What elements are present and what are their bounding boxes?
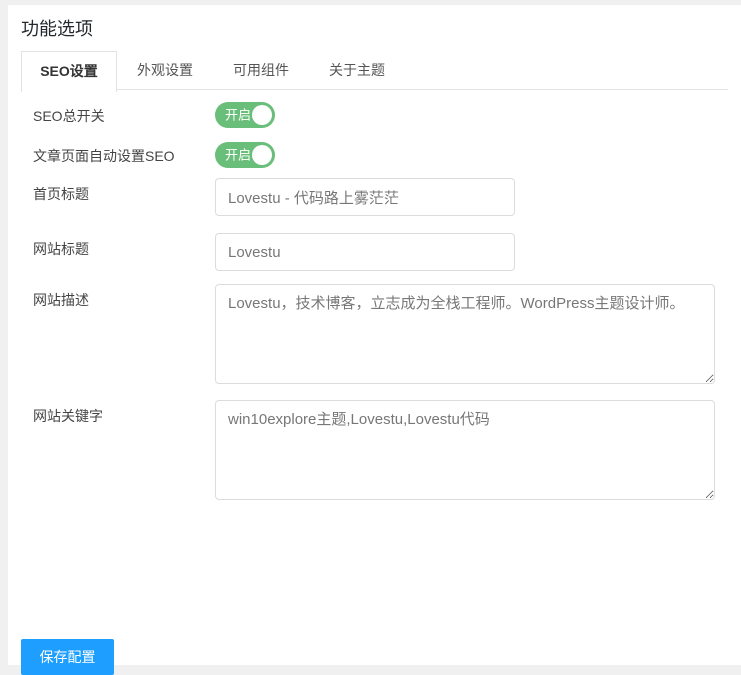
toggle-on-label: 开启 [225,149,251,162]
field-label-site-title: 网站标题 [33,233,215,258]
toggle-on-label: 开启 [225,109,251,122]
toggle-seo-master[interactable]: 开启 [215,102,275,128]
toggle-knob [252,105,272,125]
form-row-auto-seo: 文章页面自动设置SEO 开启 [21,142,728,168]
tab-bar: SEO设置 外观设置 可用组件 关于主题 [21,51,728,90]
form-row-site-title: 网站标题 [21,233,728,271]
textarea-site-keywords[interactable]: win10explore主题,Lovestu,Lovestu代码 [215,400,715,500]
field-label-home-title: 首页标题 [33,178,215,203]
form-row-site-keywords: 网站关键字 win10explore主题,Lovestu,Lovestu代码 [21,400,728,500]
settings-content: 功能选项 SEO设置 外观设置 可用组件 关于主题 SEO总开关 开启 文章页面… [8,5,741,665]
settings-form: SEO总开关 开启 文章页面自动设置SEO 开启 首页标题 网站标题 [21,102,728,500]
form-row-site-description: 网站描述 Lovestu，技术博客，立志成为全栈工程师。WordPress主题设… [21,284,728,384]
page-background: { "page": { "title": "功能选项" }, "tabs": [… [0,0,741,675]
tab-seo-settings[interactable]: SEO设置 [21,51,117,92]
tab-appearance-settings[interactable]: 外观设置 [117,51,213,89]
tab-available-widgets[interactable]: 可用组件 [213,51,309,89]
field-label-auto-seo: 文章页面自动设置SEO [33,142,215,165]
page-title: 功能选项 [21,17,728,42]
toggle-auto-seo[interactable]: 开启 [215,142,275,168]
field-label-site-description: 网站描述 [33,284,215,309]
form-row-home-title: 首页标题 [21,178,728,216]
toggle-knob [252,145,272,165]
textarea-site-description[interactable]: Lovestu，技术博客，立志成为全栈工程师。WordPress主题设计师。 [215,284,715,384]
field-label-site-keywords: 网站关键字 [33,400,215,425]
input-home-title[interactable] [215,178,515,216]
form-row-seo-master: SEO总开关 开启 [21,102,728,128]
field-label-seo-master: SEO总开关 [33,102,215,125]
save-button[interactable]: 保存配置 [21,639,114,675]
settings-panel: 功能选项 SEO设置 外观设置 可用组件 关于主题 SEO总开关 开启 文章页面… [8,5,741,665]
tab-about-theme[interactable]: 关于主题 [309,51,405,89]
input-site-title[interactable] [215,233,515,271]
